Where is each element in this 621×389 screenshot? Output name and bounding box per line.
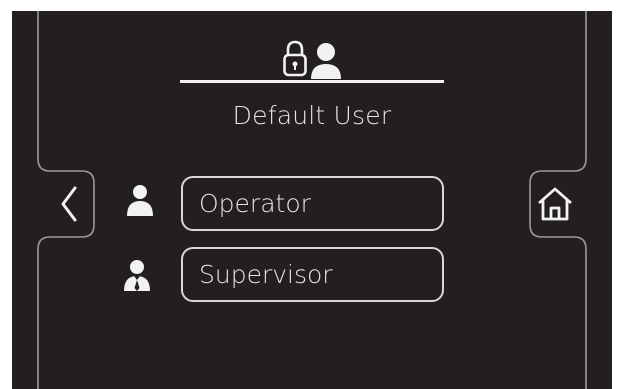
chevron-left-icon — [61, 186, 77, 222]
user-select-screen: Default User Operator Supervisor — [12, 11, 612, 389]
supervisor-icon — [124, 260, 150, 291]
page-title: Default User — [232, 101, 392, 130]
home-icon — [538, 187, 572, 221]
user-icon — [127, 185, 153, 216]
header-divider — [180, 80, 444, 83]
back-button[interactable] — [44, 174, 94, 234]
supervisor-button[interactable]: Supervisor — [181, 247, 444, 302]
operator-button[interactable]: Operator — [181, 176, 444, 231]
lock-user-icon — [283, 40, 341, 79]
home-button[interactable] — [530, 174, 580, 234]
